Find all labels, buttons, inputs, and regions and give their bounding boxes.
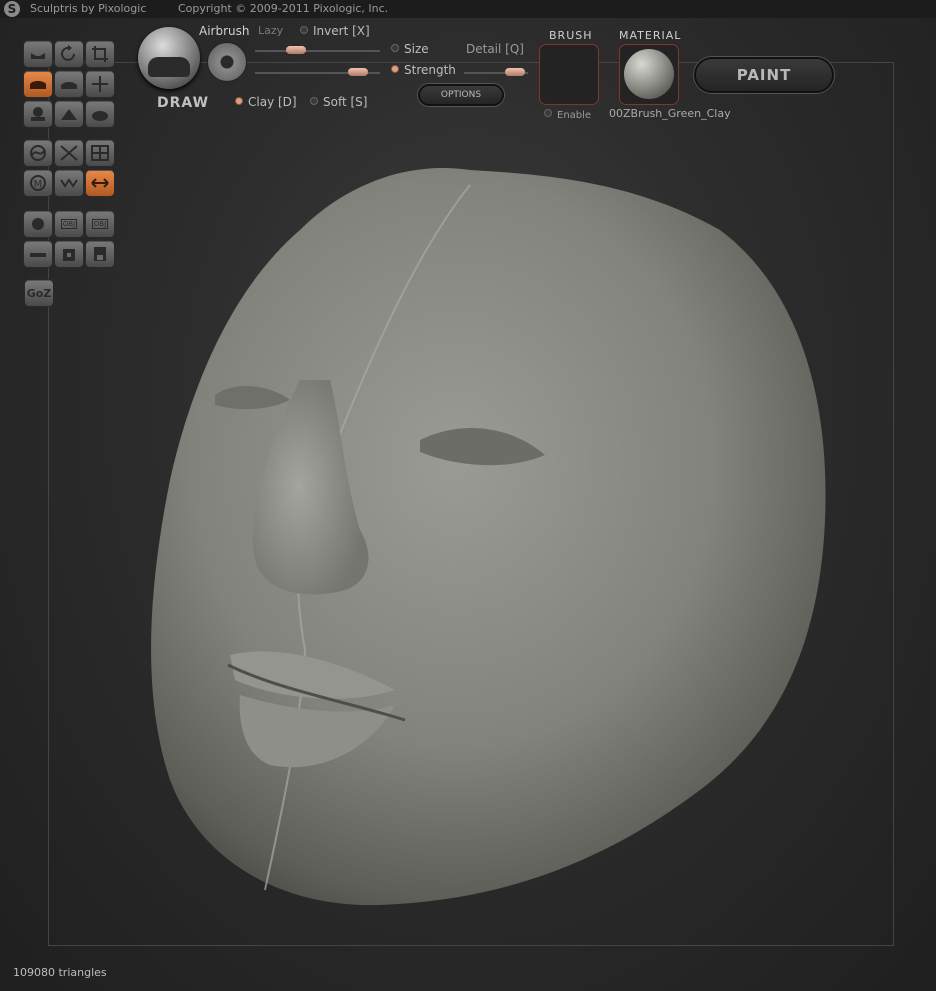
wave-icon bbox=[60, 178, 78, 188]
clay-radio-icon bbox=[235, 97, 243, 105]
sculpt-mesh-view[interactable] bbox=[0, 0, 936, 991]
sphere-icon bbox=[32, 218, 44, 230]
brush-enable-toggle[interactable]: Enable bbox=[544, 109, 591, 121]
inflate-icon bbox=[31, 107, 45, 121]
invert-toggle[interactable]: Invert [X] bbox=[300, 24, 370, 38]
airbrush-toggle-icon[interactable] bbox=[207, 42, 247, 82]
airbrush-label: Airbrush bbox=[199, 24, 250, 38]
new-sphere-button[interactable] bbox=[23, 210, 53, 238]
enable-radio-icon bbox=[544, 109, 552, 117]
import-obj-button[interactable]: OBJ bbox=[54, 210, 84, 238]
open-file-button[interactable] bbox=[54, 240, 84, 268]
reduce-tool-button[interactable] bbox=[23, 139, 53, 167]
size-radio-icon bbox=[391, 44, 399, 52]
detail-label: Detail [Q] bbox=[466, 42, 524, 56]
pinch-icon bbox=[61, 109, 77, 120]
wireframe-toggle-button[interactable] bbox=[85, 139, 115, 167]
mask-tool-button[interactable] bbox=[54, 139, 84, 167]
mask-icon bbox=[60, 145, 78, 161]
size-slider-track[interactable] bbox=[255, 50, 380, 52]
scale-tool-button[interactable] bbox=[85, 40, 115, 68]
material-slot[interactable] bbox=[619, 44, 679, 105]
clay-toggle[interactable]: Clay [D] bbox=[235, 95, 297, 109]
invert-radio-icon bbox=[300, 26, 308, 34]
wireframe-view-button[interactable] bbox=[54, 169, 84, 197]
tool-name: DRAW bbox=[157, 95, 210, 111]
strength-label: Strength bbox=[404, 63, 456, 77]
draw-brush-preview-icon[interactable] bbox=[138, 27, 200, 89]
save-file-button[interactable] bbox=[85, 240, 115, 268]
save-icon bbox=[94, 247, 106, 261]
grid-icon bbox=[91, 145, 109, 161]
goz-button[interactable]: GoZ bbox=[24, 279, 54, 307]
lazy-label: Lazy bbox=[258, 24, 284, 37]
flatten-icon bbox=[61, 82, 77, 89]
open-file-icon bbox=[63, 249, 75, 261]
strength-option[interactable]: Strength bbox=[391, 63, 456, 77]
move-arrows-icon bbox=[92, 76, 108, 92]
head-mesh bbox=[151, 168, 826, 906]
pinch-tool-button[interactable] bbox=[54, 100, 84, 128]
move-tool-button[interactable] bbox=[85, 70, 115, 98]
symmetry-toggle-button[interactable] bbox=[85, 169, 115, 197]
strength-slider-knob[interactable] bbox=[347, 68, 368, 76]
crease-tool-button[interactable] bbox=[23, 40, 53, 68]
material-heading: MATERIAL bbox=[619, 29, 682, 42]
mirror-icon: M bbox=[30, 175, 46, 191]
size-label: Size bbox=[404, 42, 429, 56]
reduce-icon bbox=[30, 145, 46, 161]
draw-icon bbox=[30, 81, 46, 89]
material-name: 00ZBrush_Green_Clay bbox=[609, 107, 731, 120]
brush-texture-slot[interactable] bbox=[539, 44, 599, 105]
brush-heading: BRUSH bbox=[549, 29, 593, 42]
detail-slider-knob[interactable] bbox=[505, 68, 526, 76]
new-plane-button[interactable] bbox=[23, 240, 53, 268]
enable-label: Enable bbox=[557, 110, 592, 121]
smooth-tool-button[interactable] bbox=[85, 100, 115, 128]
material-sphere-icon bbox=[624, 49, 674, 99]
soft-radio-icon bbox=[310, 97, 318, 105]
strength-radio-icon bbox=[391, 65, 399, 73]
obj-export-label: OBJ bbox=[91, 219, 109, 229]
invert-label: Invert [X] bbox=[313, 24, 370, 38]
rotate-tool-button[interactable] bbox=[54, 40, 84, 68]
rotate-icon bbox=[61, 45, 75, 61]
soft-toggle[interactable]: Soft [S] bbox=[310, 95, 367, 109]
crop-icon bbox=[92, 46, 108, 62]
size-slider-knob[interactable] bbox=[286, 46, 307, 54]
inflate-tool-button[interactable] bbox=[23, 100, 53, 128]
triangle-count: 109080 triangles bbox=[13, 966, 107, 979]
plane-icon bbox=[30, 253, 46, 257]
draw-tool-button[interactable] bbox=[23, 70, 53, 98]
mirror-tool-button[interactable]: M bbox=[23, 169, 53, 197]
smooth-icon bbox=[92, 111, 108, 121]
symmetry-arrows-icon bbox=[91, 178, 109, 188]
flatten-tool-button[interactable] bbox=[54, 70, 84, 98]
clay-label: Clay [D] bbox=[248, 95, 297, 109]
svg-text:M: M bbox=[34, 179, 43, 190]
options-button[interactable]: OPTIONS bbox=[418, 84, 504, 106]
obj-import-label: OBJ bbox=[60, 219, 78, 229]
paint-mode-button[interactable]: PAINT bbox=[694, 57, 834, 93]
size-option[interactable]: Size bbox=[391, 42, 429, 56]
soft-label: Soft [S] bbox=[323, 95, 368, 109]
export-obj-button[interactable]: OBJ bbox=[85, 210, 115, 238]
crease-icon bbox=[31, 53, 45, 59]
